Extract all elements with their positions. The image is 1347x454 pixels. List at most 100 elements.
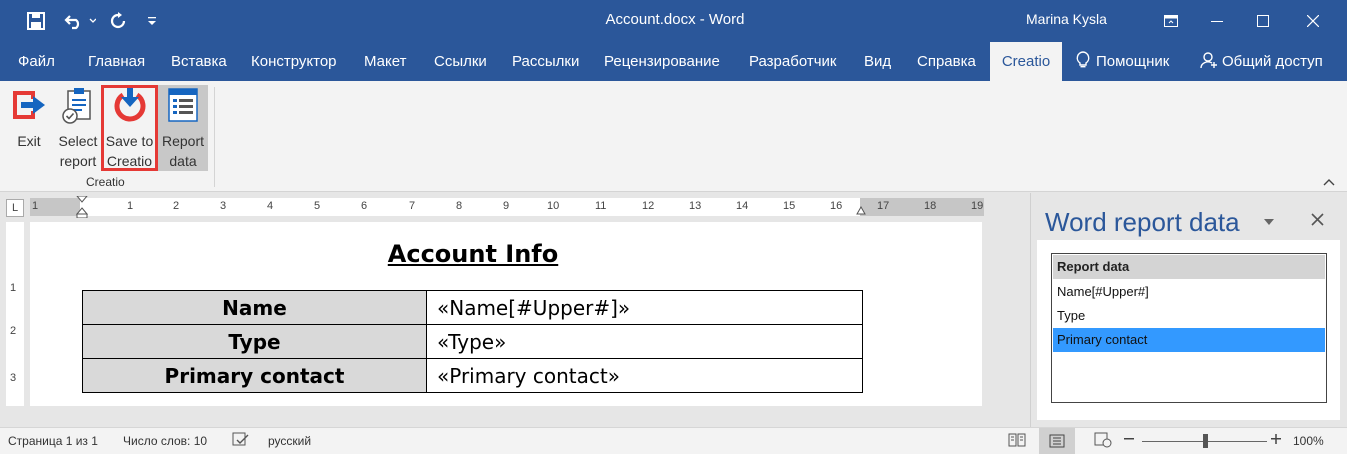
select-report-label-1: Select: [58, 133, 98, 149]
report-data-label-2: data: [169, 153, 197, 169]
ruler-number: 18: [924, 200, 937, 212]
tab-review[interactable]: Рецензирование: [604, 42, 720, 81]
ruler-number: 5: [314, 200, 321, 212]
assistant-button[interactable]: Помощник: [1076, 42, 1169, 81]
ruler-number: 7: [409, 200, 416, 212]
print-layout-icon[interactable]: [1039, 428, 1075, 454]
report-data-list[interactable]: Report data Name[#Upper#] Type Primary c…: [1051, 253, 1327, 403]
close-icon[interactable]: [1290, 0, 1336, 42]
user-name[interactable]: Marina Kysla: [1026, 11, 1107, 27]
proofing-icon[interactable]: [232, 432, 250, 451]
select-report-label-2: report: [59, 153, 97, 169]
ribbon-tabs: Файл Главная Вставка Конструктор Макет С…: [0, 42, 1347, 81]
table-key-cell[interactable]: Type: [82, 324, 427, 359]
ruler-number: 14: [736, 200, 749, 212]
table-key-cell[interactable]: Primary contact: [82, 358, 427, 393]
tab-developer[interactable]: Разработчик: [749, 42, 836, 81]
tab-layout[interactable]: Макет: [364, 42, 406, 81]
document-table[interactable]: Name «Name[#Upper#]» Type «Type» Primary…: [82, 290, 863, 393]
ruler-number: 12: [642, 200, 655, 212]
list-header: Report data: [1053, 255, 1325, 279]
ruler-number: 8: [456, 200, 463, 212]
minimize-icon[interactable]: [1194, 0, 1240, 42]
ruler-number: 1: [10, 282, 17, 294]
ruler-number: 15: [783, 200, 796, 212]
pane-body: Report data Name[#Upper#] Type Primary c…: [1037, 240, 1340, 420]
tab-view[interactable]: Вид: [864, 42, 891, 81]
person-add-icon: [1200, 51, 1218, 73]
ruler-number: 17: [877, 200, 890, 212]
tab-mailings[interactable]: Рассылки: [512, 42, 579, 81]
read-mode-icon[interactable]: [1008, 432, 1026, 451]
ribbon-group-separator: [214, 87, 215, 187]
language[interactable]: русский: [268, 434, 311, 448]
ribbon-display-options-icon[interactable]: [1148, 0, 1194, 42]
save-icon[interactable]: [22, 0, 50, 42]
zoom-slider-thumb[interactable]: [1203, 434, 1208, 448]
table-value-cell[interactable]: «Type»: [426, 324, 863, 359]
indent-marker-icon[interactable]: [76, 196, 88, 218]
collapse-ribbon-icon[interactable]: [1323, 175, 1335, 189]
share-button[interactable]: Общий доступ: [1200, 42, 1323, 81]
tab-design[interactable]: Конструктор: [251, 42, 337, 81]
document-page[interactable]: Account Info Name «Name[#Upper#]» Type «…: [30, 222, 982, 406]
undo-icon[interactable]: [60, 0, 100, 42]
ruler-number: 9: [503, 200, 510, 212]
tab-creatio[interactable]: Creatio: [990, 42, 1062, 81]
redo-icon[interactable]: [104, 0, 132, 42]
word-count[interactable]: Число слов: 10: [123, 434, 207, 448]
table-key-cell[interactable]: Name: [82, 290, 427, 325]
ruler-number: 6: [361, 200, 368, 212]
list-item[interactable]: Type: [1053, 304, 1325, 328]
save-to-creatio-icon: [110, 85, 150, 125]
tab-help[interactable]: Справка: [917, 42, 976, 81]
ruler-number: 13: [689, 200, 702, 212]
tab-selector[interactable]: L: [6, 199, 24, 217]
list-item[interactable]: Name[#Upper#]: [1053, 280, 1325, 304]
ribbon-group-label: Creatio: [86, 175, 125, 189]
pane-options-icon[interactable]: [1263, 213, 1275, 229]
word-report-data-pane: Word report data Report data Name[#Upper…: [1030, 193, 1347, 427]
ribbon: Exit Select report Save to Creatio Repor…: [0, 81, 1347, 192]
horizontal-ruler[interactable]: 1 1 2 3 4 5 6 7 8 9 10 11 12 13 14 15 16…: [30, 196, 984, 218]
ruler-number: 19: [971, 200, 984, 212]
pane-title: Word report data: [1045, 207, 1240, 237]
list-item-selected[interactable]: Primary contact: [1053, 328, 1325, 352]
share-label: Общий доступ: [1222, 53, 1323, 70]
zoom-level[interactable]: 100%: [1293, 434, 1324, 448]
title-bar: Account.docx - Word Marina Kysla: [0, 0, 1347, 42]
zoom-in-icon[interactable]: [1271, 431, 1281, 450]
customize-toolbar-icon[interactable]: [142, 0, 162, 42]
ruler-number: 10: [547, 200, 560, 212]
document-heading[interactable]: Account Info: [30, 240, 916, 268]
ruler-number: 11: [595, 200, 607, 212]
ruler-number: 2: [10, 325, 17, 337]
report-data-button[interactable]: Report data: [158, 85, 208, 171]
table-value-cell[interactable]: «Primary contact»: [426, 358, 863, 393]
exit-button[interactable]: Exit: [6, 85, 52, 171]
ruler-number: 1: [127, 200, 134, 212]
table-row: Name «Name[#Upper#]»: [82, 290, 863, 325]
maximize-icon[interactable]: [1240, 0, 1286, 42]
right-indent-marker-icon[interactable]: [856, 206, 866, 216]
vertical-ruler[interactable]: 1 2 3: [6, 222, 24, 406]
page-count[interactable]: Страница 1 из 1: [8, 434, 98, 448]
report-data-label-1: Report: [161, 133, 205, 149]
web-layout-icon[interactable]: [1094, 432, 1112, 451]
tab-references[interactable]: Ссылки: [434, 42, 487, 81]
pane-close-icon[interactable]: [1311, 209, 1324, 232]
save-to-creatio-button[interactable]: Save to Creatio: [101, 85, 158, 171]
table-row: Primary contact «Primary contact»: [82, 358, 863, 393]
exit-icon: [9, 85, 49, 125]
table-value-cell[interactable]: «Name[#Upper#]»: [426, 290, 863, 325]
tab-file[interactable]: Файл: [18, 42, 55, 81]
ruler-number: 3: [10, 372, 17, 384]
exit-label: Exit: [17, 133, 41, 149]
tab-insert[interactable]: Вставка: [171, 42, 227, 81]
tab-home[interactable]: Главная: [88, 42, 145, 81]
ruler-number: 4: [267, 200, 274, 212]
zoom-out-icon[interactable]: [1124, 431, 1134, 452]
select-report-button[interactable]: Select report: [55, 85, 101, 171]
table-row: Type «Type»: [82, 324, 863, 359]
ruler-number: 3: [220, 200, 227, 212]
